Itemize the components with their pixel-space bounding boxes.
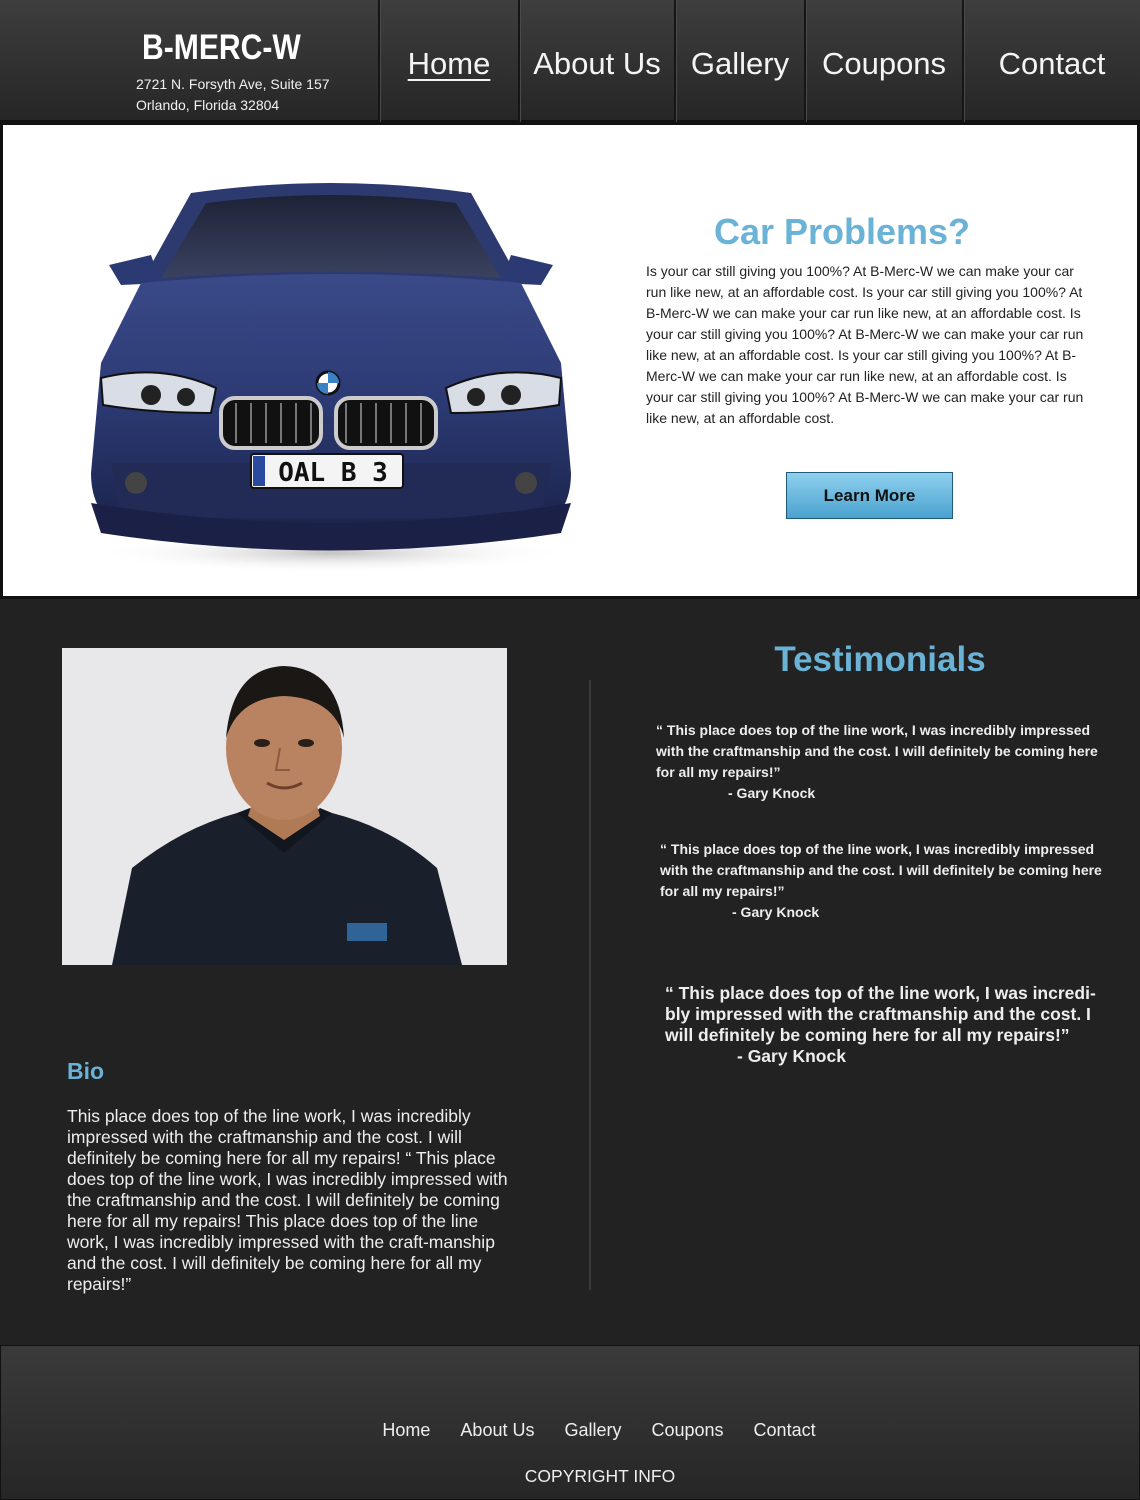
footer-link-about-us[interactable]: About Us <box>460 1420 534 1441</box>
site-header: B-MERC-W 2721 N. Forsyth Ave, Suite 157 … <box>0 0 1140 122</box>
nav-about-us-label: About Us <box>533 46 661 81</box>
bio-text: This place does top of the line work, I … <box>67 1106 508 1294</box>
nav-coupons[interactable]: Coupons <box>804 0 962 122</box>
address: 2721 N. Forsyth Ave, Suite 157 Orlando, … <box>136 74 330 116</box>
testimonial-3: “ This place does top of the line work, … <box>665 983 1115 1067</box>
brand-name[interactable]: B-MERC-W <box>142 28 303 68</box>
nav-contact[interactable]: Contact <box>962 0 1140 122</box>
learn-more-button[interactable]: Learn More <box>786 472 953 519</box>
testimonial-2: “ This place does top of the line work, … <box>660 839 1110 923</box>
testimonial-author: - Gary Knock <box>737 1046 846 1066</box>
license-plate: OAL B 3 <box>278 458 388 488</box>
address-line-1: 2721 N. Forsyth Ave, Suite 157 <box>136 76 330 92</box>
bio-title: Bio <box>67 1058 105 1084</box>
footer-nav: Home About Us Gallery Coupons Contact <box>1 1420 1140 1441</box>
car-image: OAL B 3 <box>91 183 571 573</box>
nav-contact-label: Contact <box>998 46 1106 81</box>
site-footer: Home About Us Gallery Coupons Contact CO… <box>0 1345 1140 1500</box>
nav-gallery[interactable]: Gallery <box>674 0 804 122</box>
nav-about-us[interactable]: About Us <box>518 0 674 122</box>
hero-text: Is your car still giving you 100%? At B-… <box>646 263 1084 426</box>
portrait-photo <box>62 648 507 965</box>
hero-title: Car Problems? <box>713 211 971 252</box>
address-line-2: Orlando, Florida 32804 <box>136 97 280 113</box>
testimonial-author: - Gary Knock <box>732 904 820 920</box>
nav-coupons-label: Coupons <box>821 46 947 81</box>
brand[interactable]: B-MERC-W 2721 N. Forsyth Ave, Suite 157 … <box>136 28 330 116</box>
testimonial-quote: “ This place does top of the line work, … <box>660 841 1102 899</box>
footer-link-gallery[interactable]: Gallery <box>564 1420 621 1441</box>
testimonial-author: - Gary Knock <box>728 785 816 801</box>
footer-link-contact[interactable]: Contact <box>754 1420 816 1441</box>
hero-section: OAL B 3 Car Problems? Is your car still … <box>0 122 1140 599</box>
testimonial-quote: “ This place does top of the line work, … <box>665 983 1096 1045</box>
section-divider <box>589 680 591 1290</box>
footer-link-coupons[interactable]: Coupons <box>651 1420 723 1441</box>
testimonial-1: “ This place does top of the line work, … <box>656 720 1106 804</box>
main-nav: Home About Us Gallery Coupons Contact <box>378 0 1140 122</box>
copyright: COPYRIGHT INFO <box>524 1466 676 1486</box>
nav-home-label: Home <box>407 46 491 81</box>
nav-gallery-label: Gallery <box>690 46 790 81</box>
testimonial-quote: “ This place does top of the line work, … <box>656 722 1098 780</box>
testimonials-title: Testimonials <box>774 640 986 679</box>
footer-link-home[interactable]: Home <box>382 1420 430 1441</box>
nav-home[interactable]: Home <box>378 0 518 122</box>
